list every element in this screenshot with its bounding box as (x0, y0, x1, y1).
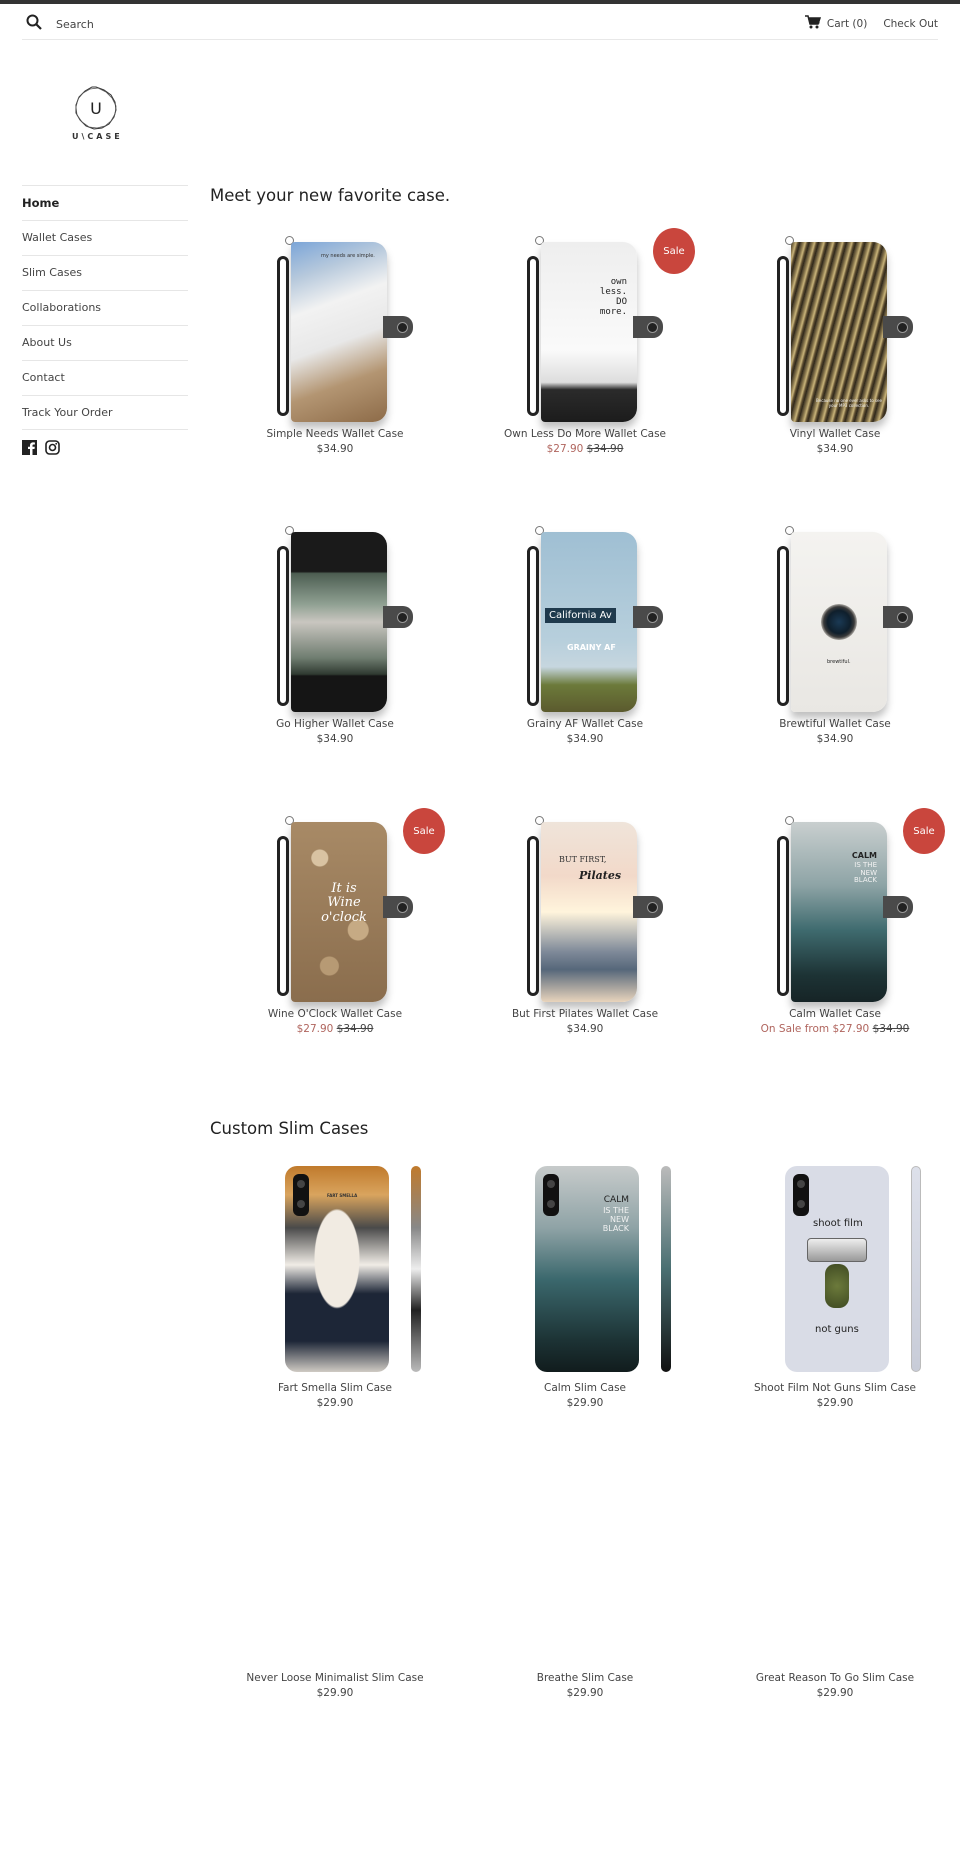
product-card[interactable]: Breathe Slim Case $29.90 (460, 1450, 710, 1699)
cart-link[interactable]: Cart (0) (804, 15, 868, 32)
search-input[interactable] (56, 17, 256, 31)
product-card[interactable]: BUT FIRST, Pilates But First Pilates Wal… (460, 808, 710, 1035)
product-title[interactable]: Great Reason To Go Slim Case (710, 1672, 960, 1684)
coffee-cup-graphic (821, 604, 857, 640)
product-price: $34.90 (566, 733, 604, 745)
checkout-link[interactable]: Check Out (883, 18, 938, 30)
instagram-icon[interactable] (45, 440, 60, 459)
site-header: Cart (0) Check Out (22, 4, 938, 40)
product-title[interactable]: But First Pilates Wallet Case (460, 1008, 710, 1020)
product-image[interactable]: my needs are simple. (255, 228, 415, 428)
product-card[interactable]: California Av GRAINY AF Grainy AF Wallet… (460, 518, 710, 745)
product-image[interactable] (755, 1450, 915, 1672)
search-icon[interactable] (26, 14, 42, 34)
cart-icon (804, 15, 827, 32)
product-price: $29.90 (816, 1397, 854, 1409)
sale-badge: Sale (653, 228, 695, 274)
logo-icon: U (75, 86, 117, 130)
product-image[interactable]: CALM IS THE NEW BLACK (505, 1160, 671, 1382)
product-title[interactable]: Calm Slim Case (460, 1382, 710, 1394)
product-title[interactable]: Wine O'Clock Wallet Case (210, 1008, 460, 1020)
plant-graphic (825, 1264, 849, 1308)
facebook-icon[interactable] (22, 440, 37, 459)
product-card[interactable]: CALM IS THE NEW BLACK Calm Slim Case $29… (460, 1160, 710, 1409)
product-image[interactable] (255, 1450, 415, 1672)
product-card[interactable]: Great Reason To Go Slim Case $29.90 (710, 1450, 960, 1699)
product-price: $27.90 $34.90 (210, 1023, 460, 1035)
product-card[interactable]: my needs are simple. Simple Needs Wallet… (210, 228, 460, 455)
cart-label: Cart (0) (826, 17, 868, 30)
product-image[interactable] (505, 1450, 665, 1672)
sidebar-item-track-order[interactable]: Track Your Order (22, 395, 188, 430)
product-card[interactable]: Go Higher Wallet Case $34.90 (210, 518, 460, 745)
product-price: $29.90 (566, 1397, 604, 1409)
product-card[interactable]: CALM IS THE NEW BLACK Sale Calm Wallet C… (710, 808, 960, 1035)
product-price: $27.90 $34.90 (460, 443, 710, 455)
product-title[interactable]: Own Less Do More Wallet Case (460, 428, 710, 440)
sale-price: $27.90 (546, 443, 584, 455)
product-price: $34.90 (566, 1023, 604, 1035)
camera-graphic (807, 1238, 867, 1262)
search-bar (26, 14, 256, 34)
svg-text:U: U (90, 99, 102, 118)
product-title[interactable]: Never Loose Minimalist Slim Case (210, 1672, 460, 1684)
sale-badge: Sale (903, 808, 945, 854)
product-card[interactable]: brewtiful. Brewtiful Wallet Case $34.90 (710, 518, 960, 745)
product-title[interactable]: Shoot Film Not Guns Slim Case (710, 1382, 960, 1394)
sidebar-item-about-us[interactable]: About Us (22, 325, 188, 360)
product-image[interactable]: BUT FIRST, Pilates (505, 808, 665, 1008)
product-price: $34.90 (816, 443, 854, 455)
product-title[interactable]: Brewtiful Wallet Case (710, 718, 960, 730)
product-price: $29.90 (316, 1397, 354, 1409)
original-price: $34.90 (586, 443, 624, 455)
social-links (22, 440, 188, 459)
sidebar-nav: Home Wallet Cases Slim Cases Collaborati… (22, 185, 188, 459)
product-price: $29.90 (566, 1687, 604, 1699)
product-card[interactable]: Never Loose Minimalist Slim Case $29.90 (210, 1450, 460, 1699)
product-price: $29.90 (816, 1687, 854, 1699)
product-image[interactable]: It is Wine o'clock (255, 808, 415, 1008)
product-card[interactable]: own less. DO more. Sale Own Less Do More… (460, 228, 710, 455)
product-image[interactable]: own less. DO more. (505, 228, 665, 428)
sidebar-item-contact[interactable]: Contact (22, 360, 188, 395)
original-price: $34.90 (336, 1023, 374, 1035)
product-card[interactable]: FART SMELLA Fart Smella Slim Case $29.90 (210, 1160, 460, 1409)
product-price: $34.90 (816, 733, 854, 745)
product-image[interactable]: shoot film not guns (755, 1160, 921, 1382)
product-card[interactable]: Because no one ever asks to see your MP3… (710, 228, 960, 455)
product-title[interactable]: Fart Smella Slim Case (210, 1382, 460, 1394)
section-title-slim-cases: Custom Slim Cases (210, 1119, 369, 1138)
section-title-featured: Meet your new favorite case. (210, 186, 451, 205)
product-title[interactable]: Calm Wallet Case (710, 1008, 960, 1020)
product-image[interactable]: California Av GRAINY AF (505, 518, 665, 718)
product-price: $29.90 (316, 1687, 354, 1699)
product-card[interactable]: It is Wine o'clock Sale Wine O'Clock Wal… (210, 808, 460, 1035)
product-title[interactable]: Grainy AF Wallet Case (460, 718, 710, 730)
product-card[interactable]: shoot film not guns Shoot Film Not Guns … (710, 1160, 960, 1409)
product-image[interactable]: CALM IS THE NEW BLACK (755, 808, 915, 1008)
product-image[interactable]: brewtiful. (755, 518, 915, 718)
sale-price: On Sale from $27.90 (760, 1023, 870, 1035)
product-title[interactable]: Vinyl Wallet Case (710, 428, 960, 440)
logo-text: U\CASE (72, 132, 123, 141)
product-image[interactable]: Because no one ever asks to see your MP3… (755, 228, 915, 428)
product-title[interactable]: Breathe Slim Case (460, 1672, 710, 1684)
product-title[interactable]: Simple Needs Wallet Case (210, 428, 460, 440)
sidebar-item-slim-cases[interactable]: Slim Cases (22, 255, 188, 290)
product-price: $34.90 (316, 733, 354, 745)
product-price: On Sale from $27.90 $34.90 (710, 1023, 960, 1035)
sidebar-item-wallet-cases[interactable]: Wallet Cases (22, 220, 188, 255)
product-price: $34.90 (316, 443, 354, 455)
product-title[interactable]: Go Higher Wallet Case (210, 718, 460, 730)
sale-price: $27.90 (296, 1023, 334, 1035)
sale-badge: Sale (403, 808, 445, 854)
sidebar-item-collaborations[interactable]: Collaborations (22, 290, 188, 325)
sidebar-item-home[interactable]: Home (22, 185, 188, 220)
original-price: $34.90 (872, 1023, 910, 1035)
product-image[interactable] (255, 518, 415, 718)
product-image[interactable]: FART SMELLA (255, 1160, 421, 1382)
